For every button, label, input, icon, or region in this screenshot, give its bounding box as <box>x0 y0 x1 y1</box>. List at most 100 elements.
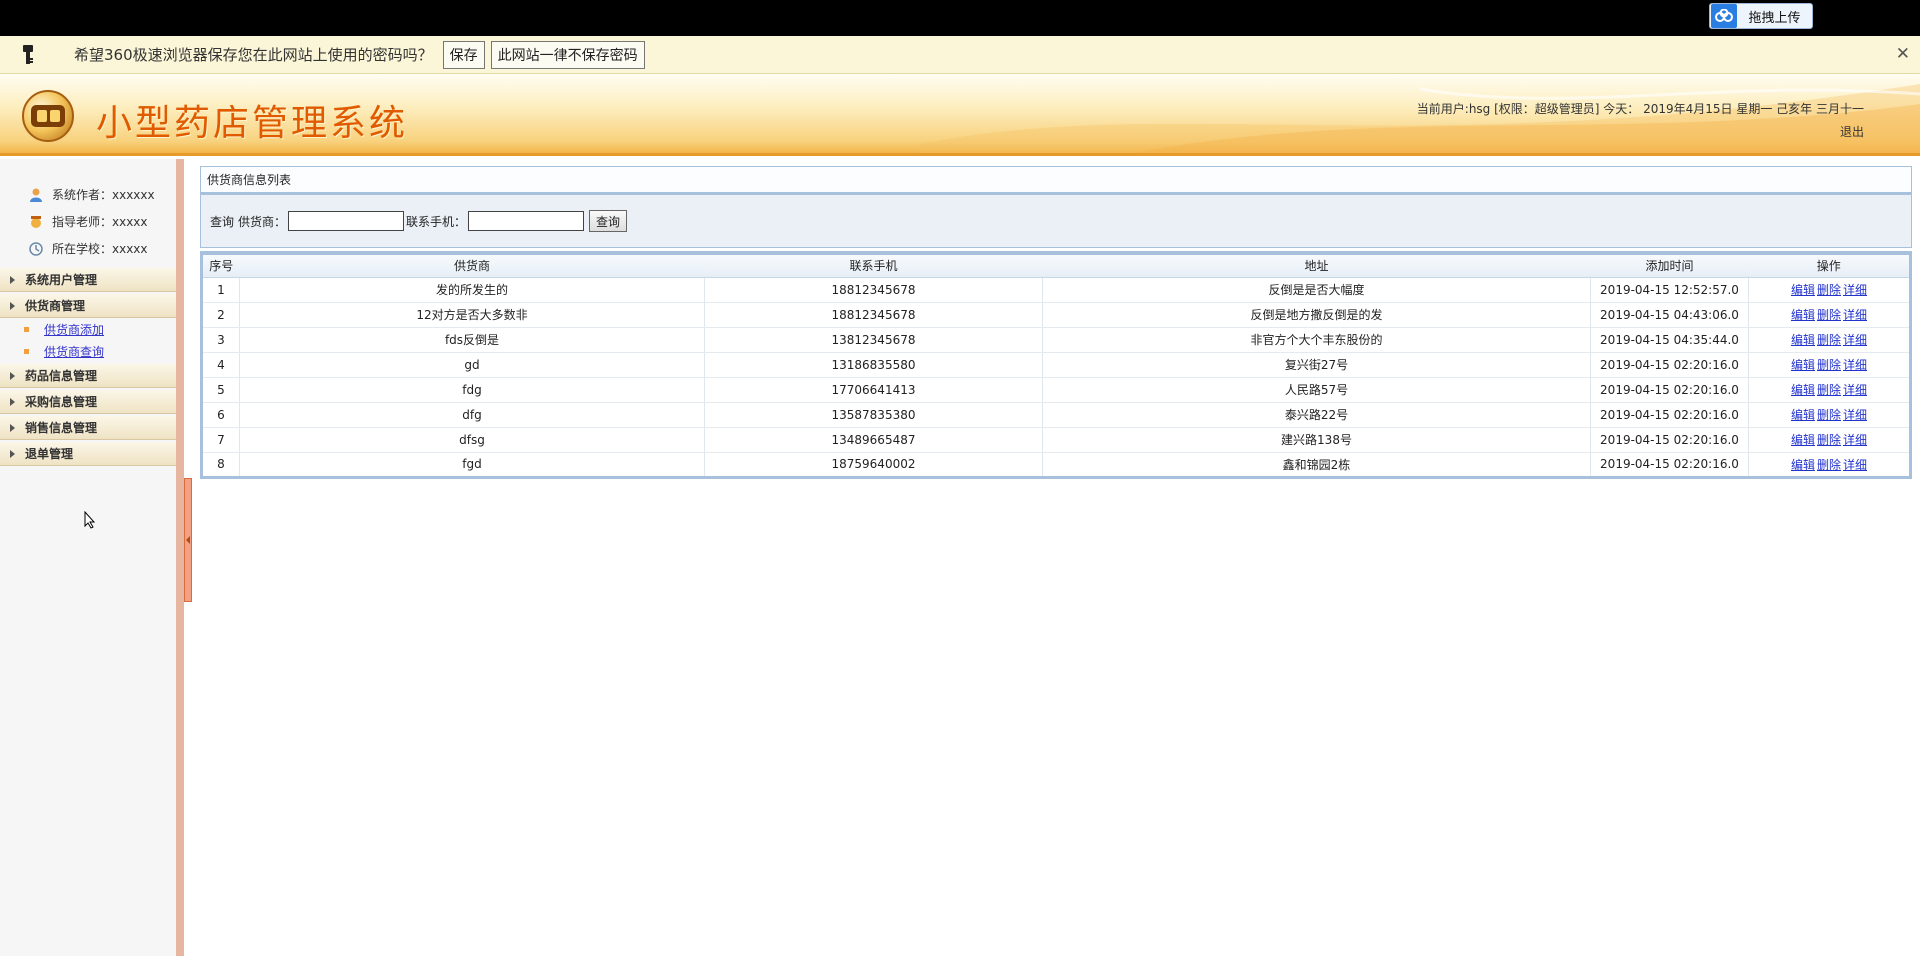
delete-link[interactable]: 删除 <box>1817 433 1841 447</box>
supplier-name: 发的所发生的 <box>239 277 705 303</box>
detail-link[interactable]: 详细 <box>1843 433 1867 447</box>
table-row: 6 dfg 13587835380 泰兴路22号 2019-04-15 02:20:16… <box>201 402 1911 428</box>
sidebar: 系统作者：xxxxxx 指导老师：xxxxx 所在学校：xxxxx 系统用户管理… <box>0 159 184 956</box>
edit-link[interactable]: 编辑 <box>1791 333 1815 347</box>
row-actions: 编辑 删除 详细 <box>1748 327 1911 353</box>
edit-link[interactable]: 编辑 <box>1791 383 1815 397</box>
submenu-supplier-query: 供货商查询 <box>0 340 176 362</box>
row-actions: 编辑 删除 详细 <box>1748 277 1911 303</box>
supplier-name: 12对方是否大多数非 <box>239 302 705 328</box>
row-id: 3 <box>201 327 240 353</box>
key-icon <box>0 36 56 74</box>
query-button[interactable]: 查询 <box>589 210 628 232</box>
column-header: 供货商 <box>239 253 705 278</box>
detail-link[interactable]: 详细 <box>1843 358 1867 372</box>
menu-supplier-management[interactable]: 供货商管理 <box>0 294 176 318</box>
edit-link[interactable]: 编辑 <box>1791 358 1815 372</box>
delete-link[interactable]: 删除 <box>1817 283 1841 297</box>
delete-link[interactable]: 删除 <box>1817 458 1841 472</box>
column-header: 联系手机 <box>704 253 1043 278</box>
table-row: 7 dfsg 13489665487 建兴路138号 2019-04-15 02:20:… <box>201 427 1911 453</box>
close-icon[interactable]: ✕ <box>1896 44 1910 64</box>
edit-link[interactable]: 编辑 <box>1791 433 1815 447</box>
column-header: 地址 <box>1042 253 1591 278</box>
delete-link[interactable]: 删除 <box>1817 308 1841 322</box>
column-header: 序号 <box>201 253 240 278</box>
supplier-name: fgd <box>239 452 705 478</box>
supplier-phone: 13587835380 <box>704 402 1043 428</box>
supplier-address: 非官方个大个丰东股份的 <box>1042 327 1591 353</box>
supplier-name: gd <box>239 352 705 378</box>
edit-link[interactable]: 编辑 <box>1791 458 1815 472</box>
delete-link[interactable]: 删除 <box>1817 333 1841 347</box>
row-actions: 编辑 删除 详细 <box>1748 402 1911 428</box>
menu-label: 采购信息管理 <box>25 395 98 409</box>
edit-link[interactable]: 编辑 <box>1791 308 1815 322</box>
menu-label: 供货商管理 <box>25 299 86 313</box>
delete-link[interactable]: 删除 <box>1817 383 1841 397</box>
supplier-address: 鑫和锦园2栋 <box>1042 452 1591 478</box>
detail-link[interactable]: 详细 <box>1843 333 1867 347</box>
search-prefix-label: 查询 <box>210 214 235 229</box>
delete-link[interactable]: 删除 <box>1817 408 1841 422</box>
menu-refund[interactable]: 退单管理 <box>0 442 176 466</box>
delete-link[interactable]: 删除 <box>1817 358 1841 372</box>
supplier-phone: 18759640002 <box>704 452 1043 478</box>
supplier-add-link[interactable]: 供货商添加 <box>44 321 104 338</box>
detail-link[interactable]: 详细 <box>1843 408 1867 422</box>
supplier-address: 建兴路138号 <box>1042 427 1591 453</box>
added-time: 2019-04-15 02:20:16.0 <box>1590 352 1749 378</box>
detail-link[interactable]: 详细 <box>1843 283 1867 297</box>
sidebar-menu: 系统用户管理 供货商管理 供货商添加 供货商查询 药品信息管理 采购信息管理 销… <box>0 268 176 466</box>
menu-label: 药品信息管理 <box>25 369 98 383</box>
sidebar-collapse-handle[interactable] <box>184 478 192 602</box>
row-id: 8 <box>201 452 240 478</box>
password-save-bar: 希望360极速浏览器保存您在此网站上使用的密码吗？ 保存 此网站一律不保存密码 … <box>0 36 1920 74</box>
school-label: 所在学校：xxxxx <box>52 242 148 256</box>
row-actions: 编辑 删除 详细 <box>1748 377 1911 403</box>
never-save-password-button[interactable]: 此网站一律不保存密码 <box>490 40 645 69</box>
current-user-info: 当前用户:hsg [权限：超级管理员] 今天： 2019年4月15日 星期一 己… <box>1416 102 1864 116</box>
menu-purchase-info[interactable]: 采购信息管理 <box>0 390 176 414</box>
save-password-button[interactable]: 保存 <box>442 40 485 69</box>
row-id: 7 <box>201 427 240 453</box>
menu-label: 退单管理 <box>25 447 74 461</box>
drag-upload-button[interactable]: 拖拽上传 <box>1709 3 1813 29</box>
detail-link[interactable]: 详细 <box>1843 458 1867 472</box>
supplier-address: 反倒是是否大幅度 <box>1042 277 1591 303</box>
supplier-field-label: 供货商： <box>238 214 287 229</box>
chevron-right-icon <box>10 371 15 380</box>
menu-drug-info[interactable]: 药品信息管理 <box>0 364 176 388</box>
row-id: 6 <box>201 402 240 428</box>
teacher-label: 指导老师：xxxxx <box>52 215 148 229</box>
menu-sales-info[interactable]: 销售信息管理 <box>0 416 176 440</box>
added-time: 2019-04-15 04:43:06.0 <box>1590 302 1749 328</box>
supplier-search-input[interactable] <box>288 211 405 231</box>
logout-link[interactable]: 退出 <box>1840 123 1864 140</box>
edit-link[interactable]: 编辑 <box>1791 283 1815 297</box>
table-row: 3 fds反倒是 13812345678 非官方个大个丰东股份的 2019-04-15 … <box>201 327 1911 353</box>
supplier-address: 人民路57号 <box>1042 377 1591 403</box>
supplier-name: fds反倒是 <box>239 327 705 353</box>
edit-link[interactable]: 编辑 <box>1791 408 1815 422</box>
phone-search-input[interactable] <box>468 211 585 231</box>
menu-system-users[interactable]: 系统用户管理 <box>0 268 176 292</box>
added-time: 2019-04-15 04:35:44.0 <box>1590 327 1749 353</box>
table-row: 2 12对方是否大多数非 18812345678 反倒是地方撒反倒是的发 2019-04… <box>201 302 1911 328</box>
detail-link[interactable]: 详细 <box>1843 308 1867 322</box>
supplier-phone: 17706641413 <box>704 377 1043 403</box>
supplier-name: dfg <box>239 402 705 428</box>
added-time: 2019-04-15 02:20:16.0 <box>1590 377 1749 403</box>
row-actions: 编辑 删除 详细 <box>1748 427 1911 453</box>
supplier-table: 序号 供货商 联系手机 地址 添加时间 操作 1 发的所发生的 1881234567… <box>200 251 1912 479</box>
mouse-cursor-icon <box>84 511 96 529</box>
bullet-icon <box>24 348 29 354</box>
chevron-right-icon <box>10 397 15 406</box>
detail-link[interactable]: 详细 <box>1843 383 1867 397</box>
supplier-phone: 13812345678 <box>704 327 1043 353</box>
column-header: 操作 <box>1748 253 1911 278</box>
cloud-icon <box>1711 4 1737 28</box>
added-time: 2019-04-15 12:52:57.0 <box>1590 277 1749 303</box>
row-actions: 编辑 删除 详细 <box>1748 302 1911 328</box>
supplier-query-link[interactable]: 供货商查询 <box>44 343 104 360</box>
